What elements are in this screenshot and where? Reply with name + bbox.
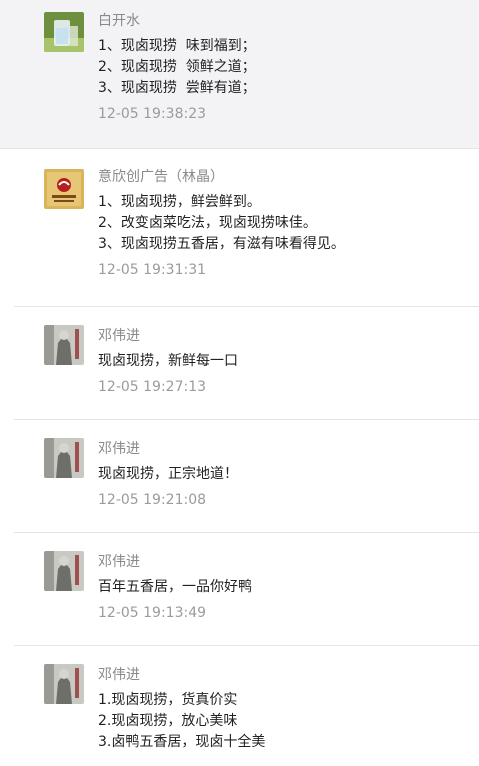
author-name[interactable]: 邓伟进 — [98, 665, 479, 685]
comment-line: 3、现卤现捞 尝鲜有道； — [98, 80, 256, 96]
comment-item: 邓伟进 百年五香居，一品你好鸭 12-05 19:13:49 — [14, 533, 479, 646]
comment-feed: 白开水 1、现卤现捞 味到福到； 2、现卤现捞 领鲜之道； 3、现卤现捞 尝鲜有… — [0, 0, 479, 766]
avatar[interactable] — [44, 325, 84, 365]
avatar[interactable] — [44, 12, 84, 52]
avatar[interactable] — [44, 664, 84, 704]
avatar[interactable] — [44, 438, 84, 478]
comment-line: 3.卤鸭五香居，现卤十全美 — [98, 734, 266, 750]
comment-body: 意欣创广告（林晶） 1、现卤现捞，鲜尝鲜到。 2、改变卤菜吃法，现卤现捞味佳。 … — [98, 149, 479, 280]
comment-item: 白开水 1、现卤现捞 味到福到； 2、现卤现捞 领鲜之道； 3、现卤现捞 尝鲜有… — [0, 0, 479, 149]
comment-line: 1、现卤现捞，鲜尝鲜到。 — [98, 194, 261, 210]
comment-line: 2、现卤现捞 领鲜之道； — [98, 59, 256, 75]
author-name[interactable]: 意欣创广告（林晶） — [98, 167, 479, 187]
timestamp: 12-05 19:31:31 — [98, 262, 207, 278]
comment-body: 白开水 1、现卤现捞 味到福到； 2、现卤现捞 领鲜之道； 3、现卤现捞 尝鲜有… — [98, 0, 479, 124]
comment-body: 邓伟进 百年五香居，一品你好鸭 12-05 19:13:49 — [98, 533, 479, 623]
comment-item: 意欣创广告（林晶） 1、现卤现捞，鲜尝鲜到。 2、改变卤菜吃法，现卤现捞味佳。 … — [14, 149, 479, 307]
timestamp: 12-05 19:21:08 — [98, 492, 207, 508]
comment-line: 百年五香居，一品你好鸭 — [98, 579, 252, 595]
avatar[interactable] — [44, 551, 84, 591]
timestamp: 12-05 19:27:13 — [98, 379, 207, 395]
comment-item: 邓伟进 现卤现捞，新鲜每一口 12-05 19:27:13 — [14, 307, 479, 420]
author-name[interactable]: 邓伟进 — [98, 552, 479, 572]
avatar[interactable] — [44, 169, 84, 209]
author-name[interactable]: 邓伟进 — [98, 439, 479, 459]
comment-line: 1、现卤现捞 味到福到； — [98, 38, 256, 54]
comment-body: 邓伟进 1.现卤现捞，货真价实 2.现卤现捞，放心美味 3.卤鸭五香居，现卤十全… — [98, 646, 479, 753]
comment-line: 3、现卤现捞五香居，有滋有味看得见。 — [98, 236, 345, 252]
timestamp: 12-05 19:38:23 — [98, 106, 207, 122]
comment-item: 邓伟进 1.现卤现捞，货真价实 2.现卤现捞，放心美味 3.卤鸭五香居，现卤十全… — [14, 646, 479, 766]
author-name[interactable]: 白开水 — [98, 11, 479, 31]
comment-body: 邓伟进 现卤现捞，正宗地道！ 12-05 19:21:08 — [98, 420, 479, 510]
comment-line: 2.现卤现捞，放心美味 — [98, 713, 238, 729]
comment-item: 邓伟进 现卤现捞，正宗地道！ 12-05 19:21:08 — [14, 420, 479, 533]
comment-line: 2、改变卤菜吃法，现卤现捞味佳。 — [98, 215, 317, 231]
timestamp: 12-05 19:13:49 — [98, 605, 207, 621]
comment-line: 现卤现捞，正宗地道！ — [98, 466, 238, 482]
author-name[interactable]: 邓伟进 — [98, 326, 479, 346]
comment-body: 邓伟进 现卤现捞，新鲜每一口 12-05 19:27:13 — [98, 307, 479, 397]
comment-line: 现卤现捞，新鲜每一口 — [98, 353, 238, 369]
comment-line: 1.现卤现捞，货真价实 — [98, 692, 238, 708]
